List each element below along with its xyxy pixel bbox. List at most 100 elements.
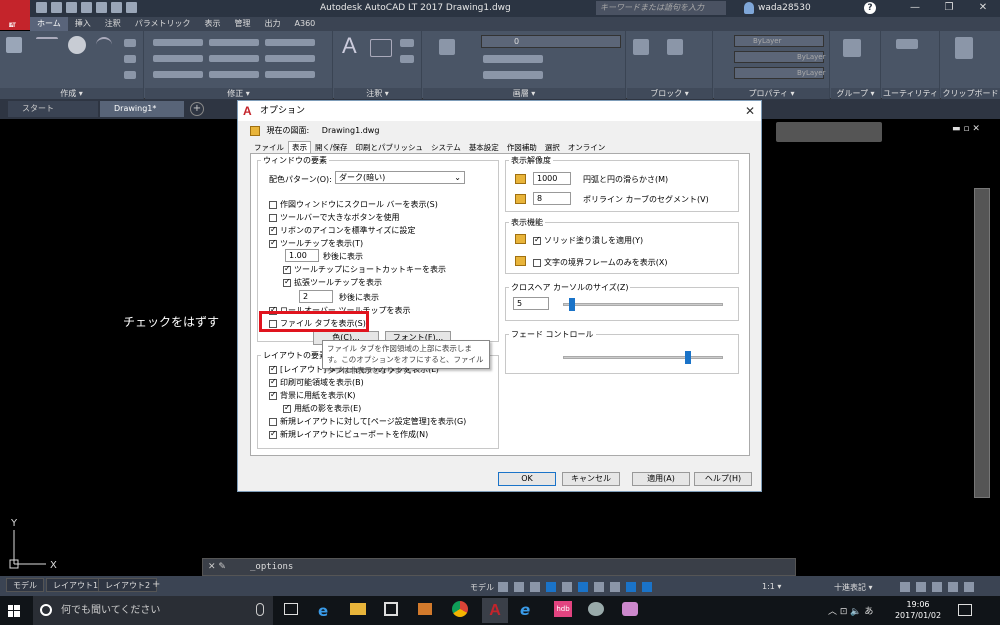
trim-icon[interactable] — [265, 39, 315, 46]
close-icon[interactable]: ✕ — [966, 0, 1000, 17]
line-icon[interactable] — [6, 37, 22, 53]
open-file-icon[interactable] — [51, 2, 62, 13]
cancel-button[interactable]: キャンセル — [562, 472, 620, 486]
crosshair-slider-track[interactable] — [563, 303, 723, 306]
ribbon-tab-output[interactable]: 出力 — [258, 17, 288, 31]
color-scheme-dropdown[interactable]: ダーク(暗い) ⌄ — [335, 171, 465, 184]
color-dropdown[interactable]: ByLayer — [734, 35, 824, 47]
cortana-search[interactable]: 何でも聞いてください — [33, 596, 273, 625]
ribbon-icons-checkbox[interactable]: リボンのアイコンを標準サイズに設定 — [269, 225, 415, 236]
lineweight-dropdown[interactable]: ByLayer — [734, 67, 825, 79]
grid-icon[interactable] — [498, 582, 508, 592]
print-icon[interactable] — [96, 2, 107, 13]
layout-tab-2[interactable]: レイアウト2 — [98, 578, 158, 592]
command-input[interactable]: _options — [250, 562, 293, 572]
add-layout-plus-icon[interactable]: + — [152, 579, 160, 590]
lineweight-icon[interactable] — [594, 582, 604, 592]
app-hdb-icon[interactable]: hdb — [554, 601, 572, 617]
restore-icon[interactable]: ❐ — [932, 0, 966, 17]
tab-drawing1[interactable]: Drawing1* — [100, 101, 184, 117]
layer-properties-icon[interactable] — [439, 39, 455, 55]
viewport-controls[interactable]: ▬ ▫ ✕ — [952, 124, 980, 134]
ie-icon[interactable]: e — [520, 601, 530, 619]
create-viewport-checkbox[interactable]: 新規レイアウトにビューポートを作成(N) — [269, 429, 428, 440]
circle-icon[interactable] — [68, 36, 86, 54]
tab-selection[interactable]: 選択 — [541, 141, 564, 153]
scrollbars-checkbox[interactable]: 作図ウィンドウにスクロール バーを表示(S) — [269, 199, 438, 210]
ribbon-tab-insert[interactable]: 挿入 — [68, 17, 98, 31]
redo-icon[interactable] — [126, 2, 137, 13]
task-view-icon[interactable] — [284, 603, 298, 615]
gradient-icon[interactable] — [124, 71, 136, 79]
annotation-visibility-icon[interactable] — [626, 582, 636, 592]
layer-tools-2-icon[interactable] — [483, 71, 543, 79]
layer-tools-icon[interactable] — [483, 55, 543, 63]
printable-area-checkbox[interactable]: 印刷可能領域を表示(B) — [269, 377, 364, 388]
notification-icon[interactable] — [958, 604, 972, 616]
isodraft-icon[interactable] — [562, 582, 572, 592]
windows-start-icon[interactable] — [8, 605, 20, 617]
crosshair-size-input[interactable]: 5 — [513, 297, 549, 310]
user-name[interactable]: wada28530 — [758, 3, 811, 13]
linetype-dropdown[interactable]: ByLayer — [734, 51, 825, 63]
quick-properties-icon[interactable] — [900, 582, 910, 592]
new-file-icon[interactable] — [36, 2, 47, 13]
apply-button[interactable]: 適用(A) — [632, 472, 690, 486]
insert-block-icon[interactable] — [633, 39, 649, 55]
copy-icon[interactable] — [153, 55, 203, 62]
app-icon[interactable] — [622, 602, 638, 616]
page-setup-manager-checkbox[interactable]: 新規レイアウトに対して[ページ設定管理]を表示(G) — [269, 416, 466, 427]
polar-icon[interactable] — [546, 582, 556, 592]
transparency-icon[interactable] — [610, 582, 620, 592]
polyline-icon[interactable] — [36, 37, 58, 53]
rotate-icon[interactable] — [209, 39, 259, 46]
dimension-icon[interactable] — [370, 39, 392, 57]
annotation-scale[interactable]: 1:1 ▾ — [762, 582, 781, 591]
minimize-icon[interactable]: — — [898, 0, 932, 17]
arc-smoothness-input[interactable]: 1000 — [533, 172, 571, 185]
tab-online[interactable]: オンライン — [564, 141, 610, 153]
table-icon[interactable] — [400, 55, 414, 63]
ribbon-tab-a360[interactable]: A360 — [288, 17, 323, 31]
tab-start[interactable]: スタート — [8, 101, 98, 117]
explorer-icon[interactable] — [350, 603, 366, 615]
chrome-icon[interactable] — [452, 601, 468, 617]
arc-icon[interactable] — [96, 37, 112, 53]
ok-button[interactable]: OK — [498, 472, 556, 486]
save-as-icon[interactable] — [81, 2, 92, 13]
panel-block-title[interactable]: ブロック ▾ — [627, 88, 712, 99]
edge-icon[interactable]: e — [318, 602, 328, 620]
solid-fill-checkbox[interactable]: ソリッド塗り潰しを適用(Y) — [533, 235, 643, 246]
layer-dropdown[interactable]: 0 — [481, 35, 621, 48]
stretch-icon[interactable] — [153, 71, 203, 78]
panel-annotation-title[interactable]: 注釈 ▾ — [334, 88, 421, 99]
measure-icon[interactable] — [896, 39, 918, 49]
ribbon-tab-annotate[interactable]: 注釈 — [98, 17, 128, 31]
customize-menu-icon[interactable] — [964, 582, 974, 592]
array-icon[interactable] — [265, 71, 315, 78]
properties-palette-bar[interactable] — [974, 188, 990, 498]
help-button[interactable]: ヘルプ(H) — [694, 472, 752, 486]
workspace-icon[interactable] — [916, 582, 926, 592]
match-properties-icon[interactable] — [667, 39, 683, 55]
tab-plot-publish[interactable]: 印刷とパブリッシュ — [352, 141, 428, 153]
model-space-toggle[interactable]: モデル — [470, 582, 494, 593]
leader-icon[interactable] — [400, 39, 414, 47]
scale-icon[interactable] — [209, 71, 259, 78]
panel-layers-title[interactable]: 画層 ▾ — [423, 88, 625, 99]
new-tab-plus-icon[interactable]: + — [190, 102, 204, 116]
fillet-icon[interactable] — [265, 55, 315, 62]
help-icon[interactable]: ? — [864, 2, 876, 14]
search-input[interactable]: キーワードまたは語句を入力 — [596, 1, 726, 15]
panel-utilities-title[interactable]: ユーティリティ ▾ — [882, 88, 939, 109]
paint-icon[interactable] — [588, 602, 604, 616]
crosshair-slider-thumb[interactable] — [569, 298, 576, 311]
undo-icon[interactable] — [111, 2, 122, 13]
command-close-icon[interactable]: ✕ ✎ — [208, 562, 226, 572]
fade-slider-thumb[interactable] — [684, 351, 691, 364]
tooltip-delay-input[interactable]: 1.00 — [285, 249, 319, 262]
paper-shadow-checkbox[interactable]: 用紙の影を表示(E) — [283, 403, 361, 414]
paper-background-checkbox[interactable]: 背景に用紙を表示(K) — [269, 390, 356, 401]
hatch-icon[interactable] — [124, 55, 136, 63]
autocad-logo-button[interactable]: A LT — [0, 0, 30, 30]
